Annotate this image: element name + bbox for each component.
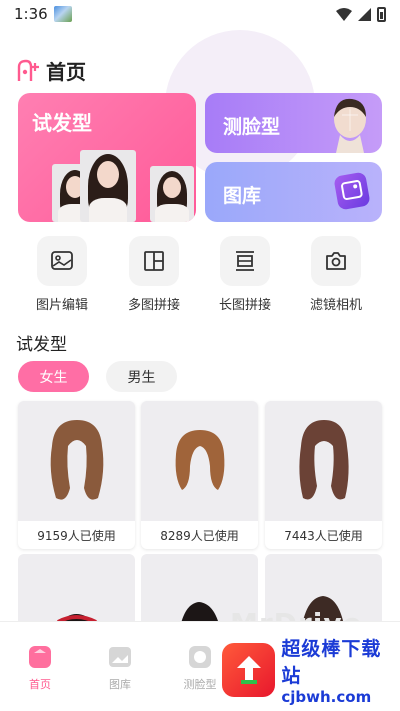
tab-male[interactable]: 男生 [106, 361, 177, 392]
gallery-label: 图库 [223, 185, 262, 207]
app-logo-icon [17, 59, 39, 81]
tool-image-edit[interactable]: 图片编辑 [17, 236, 107, 313]
hairstyle-card[interactable]: 9159人已使用 [18, 401, 135, 549]
hairstyle-card[interactable]: 8289人已使用 [141, 401, 258, 549]
face-shape-card[interactable]: 测脸型 [205, 93, 382, 153]
long-image-icon [236, 251, 254, 271]
brand-name: 超级棒下载站 [281, 637, 382, 687]
gallery-icon [333, 171, 371, 211]
tab-female[interactable]: 女生 [18, 361, 89, 392]
tool-filter-camera[interactable]: 滤镜相机 [291, 236, 381, 313]
download-logo-icon [222, 642, 276, 697]
site-watermark-logo: 超级棒下载站 cjbwh.com [222, 628, 400, 711]
portrait-image [80, 150, 136, 222]
status-time: 1:36 [14, 5, 48, 23]
brand-url: cjbwh.com [281, 687, 372, 706]
gender-tabs: 女生 男生 [18, 361, 177, 392]
gallery-card[interactable]: 图库 [205, 162, 382, 222]
hairstyle-image [18, 401, 135, 521]
hairstyle-card[interactable]: 7443人已使用 [265, 401, 382, 549]
home-icon [29, 646, 51, 668]
try-hairstyle-label: 试发型 [32, 111, 92, 135]
nav-home[interactable]: 首页 [10, 644, 70, 692]
tool-label: 图片编辑 [35, 298, 88, 313]
try-hairstyle-card[interactable]: 试发型 [18, 93, 196, 222]
camera-icon [326, 252, 346, 270]
page-title: 首页 [46, 60, 86, 84]
tool-long-collage[interactable]: 长图拼接 [200, 236, 290, 313]
nav-label: 图库 [109, 678, 131, 691]
signal-icon [358, 7, 371, 21]
tools-row: 图片编辑 多图拼接 长图拼接 滤镜相机 [18, 236, 382, 316]
tool-multi-collage[interactable]: 多图拼接 [109, 236, 199, 313]
page-header: 首页 [16, 56, 86, 85]
hairstyle-image [141, 401, 258, 521]
image-edit-icon [51, 251, 73, 270]
face-scan-icon [189, 646, 211, 668]
usage-count: 8289人已使用 [141, 521, 258, 549]
hairstyle-image [265, 401, 382, 521]
face-shape-label: 测脸型 [223, 116, 281, 138]
notification-image-icon [53, 6, 72, 22]
nav-gallery[interactable]: 图库 [90, 644, 150, 692]
status-bar: 1:36 [0, 0, 400, 28]
section-title: 试发型 [16, 335, 67, 355]
nav-label: 测脸型 [183, 678, 217, 691]
usage-count: 7443人已使用 [265, 521, 382, 549]
gallery-icon [109, 647, 131, 667]
tool-label: 长图拼接 [218, 298, 271, 313]
face-model-icon [334, 98, 366, 153]
grid-collage-icon [144, 251, 164, 271]
tool-label: 滤镜相机 [309, 298, 362, 313]
usage-count: 9159人已使用 [18, 521, 135, 549]
nav-face-shape[interactable]: 测脸型 [170, 644, 230, 692]
tool-label: 多图拼接 [127, 298, 180, 313]
wifi-icon [336, 7, 352, 21]
nav-label: 首页 [29, 678, 51, 691]
battery-icon [377, 6, 386, 22]
portrait-image [150, 166, 194, 222]
